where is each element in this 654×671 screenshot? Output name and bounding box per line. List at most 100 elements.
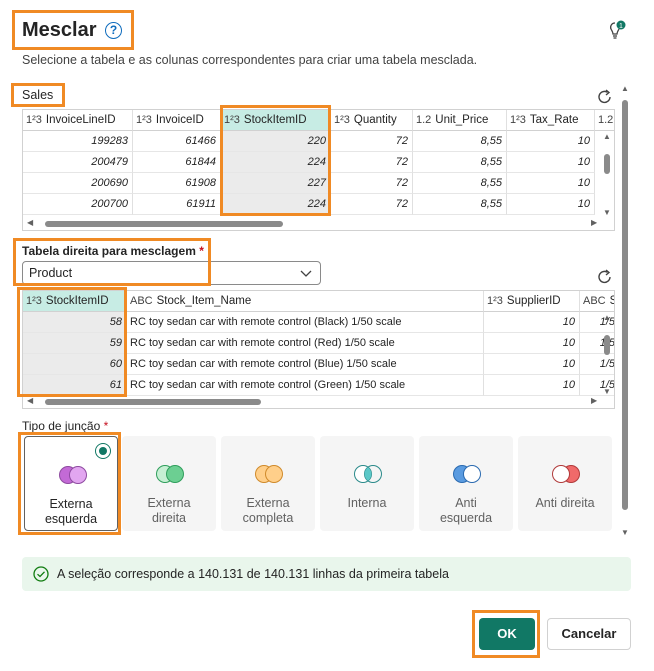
venn-left-outer-icon [59, 466, 87, 484]
column-header[interactable]: 1²3 SupplierID [484, 291, 580, 312]
help-icon[interactable]: ? [105, 22, 122, 39]
column-header[interactable]: 1²3 Tax_Rate [507, 110, 595, 131]
venn-inner-icon [354, 465, 382, 483]
join-left-anti[interactable]: Anti esquerda [419, 436, 513, 531]
chevron-down-icon [300, 270, 312, 277]
left-table-hscroll[interactable]: ◀ ▶ [23, 218, 603, 228]
column-header-label: Unit_Price [435, 114, 489, 126]
match-status: A seleção corresponde a 140.131 de 140.1… [22, 557, 631, 591]
table-cell: 72 [331, 131, 413, 152]
column-type-icon: 1²3 [136, 114, 152, 126]
table-cell: 10 [507, 152, 595, 173]
right-table-selected: Product [29, 266, 73, 280]
right-table-hscroll[interactable]: ◀ ▶ [23, 396, 603, 406]
table-cell: 8,55 [413, 152, 507, 173]
cancel-button[interactable]: Cancelar [547, 618, 631, 650]
column-header[interactable]: 1.2 Unit_Price [413, 110, 507, 131]
table-cell: 72 [331, 173, 413, 194]
left-table-name: Sales [22, 88, 54, 102]
table-cell: RC toy sedan car with remote control (Re… [127, 333, 484, 354]
table-cell: 8,55 [413, 173, 507, 194]
venn-full-outer-icon [255, 465, 283, 483]
column-header-label: StockItemID [45, 295, 109, 307]
column-header-label: SupplierID [506, 295, 561, 307]
table-cell: 61911 [133, 194, 221, 215]
table-cell: 61 [23, 375, 127, 396]
column-header[interactable]: ABC Siz [580, 291, 614, 312]
table-cell: 61844 [133, 152, 221, 173]
column-type-icon: 1.2 [598, 114, 614, 126]
left-table-vscroll[interactable]: ▲ ▼ [602, 132, 612, 218]
venn-right-anti-icon [552, 465, 580, 483]
column-type-icon: ABC [130, 295, 153, 307]
column-header-label: Siz [610, 295, 614, 307]
right-table-label: Tabela direita para mesclagem * [22, 244, 204, 258]
ok-button[interactable]: OK [479, 618, 535, 650]
table-cell: 200690 [23, 173, 133, 194]
dialog-subtitle: Selecione a tabela e as colunas correspo… [22, 53, 478, 67]
column-type-icon: 1.2 [416, 114, 432, 126]
column-type-icon: 1²3 [334, 114, 350, 126]
table-cell: 72 [331, 194, 413, 215]
join-type-label: Tipo de junção * [22, 419, 109, 433]
column-header[interactable]: 1²3 Quantity [331, 110, 413, 131]
table-cell: 10 [484, 312, 580, 333]
join-inner[interactable]: Interna [320, 436, 414, 531]
right-table-dropdown[interactable]: Product [22, 261, 321, 285]
dialog-scrollbar[interactable]: ▲ ▼ [619, 84, 631, 540]
table-cell: RC toy sedan car with remote control (Bl… [127, 312, 484, 333]
column-header[interactable]: 1²3 StockItemID [221, 110, 331, 131]
table-cell: 220 [221, 131, 331, 152]
column-header-label: Stock_Item_Name [156, 295, 252, 307]
table-cell: 224 [221, 194, 331, 215]
column-header[interactable]: 1²3 StockItemID [23, 291, 127, 312]
right-table-vscroll[interactable]: ▲ ▼ [602, 313, 612, 397]
table-cell: 60 [23, 354, 127, 375]
table-cell: 58 [23, 312, 127, 333]
column-header-label: InvoiceLineID [45, 114, 116, 126]
column-header[interactable]: ABC Stock_Item_Name [127, 291, 484, 312]
column-header-label: StockItemID [243, 114, 307, 126]
table-cell: 224 [221, 152, 331, 173]
refresh-icon[interactable] [596, 88, 614, 106]
check-circle-icon [33, 566, 49, 582]
table-cell: 227 [221, 173, 331, 194]
refresh-icon-right[interactable] [596, 268, 614, 286]
table-cell: 8,55 [413, 131, 507, 152]
column-type-icon: 1²3 [26, 295, 42, 307]
table-cell: 59 [23, 333, 127, 354]
table-cell: 8,55 [413, 194, 507, 215]
join-left-outer[interactable]: Externa esquerda [24, 436, 118, 531]
table-cell: 10 [484, 354, 580, 375]
column-header[interactable]: 1²3 InvoiceLineID [23, 110, 133, 131]
column-header[interactable]: 1.2 [595, 110, 614, 131]
join-full-outer[interactable]: Externa completa [221, 436, 315, 531]
table-cell: 199283 [23, 131, 133, 152]
join-right-outer[interactable]: Externa direita [122, 436, 216, 531]
join-right-anti[interactable]: Anti direita [518, 436, 612, 531]
column-header-label: InvoiceID [155, 114, 204, 126]
venn-left-anti-icon [453, 465, 481, 483]
column-type-icon: 1²3 [487, 295, 503, 307]
column-type-icon: 1²3 [26, 114, 42, 126]
left-table-grid[interactable]: 1²3 InvoiceLineID 1²3 InvoiceID 1²3 StockItem… [22, 109, 615, 231]
match-status-text: A seleção corresponde a 140.131 de 140.1… [57, 567, 449, 581]
table-cell: 61908 [133, 173, 221, 194]
table-cell: 61466 [133, 131, 221, 152]
table-cell: 72 [331, 152, 413, 173]
venn-right-outer-icon [156, 465, 184, 483]
table-cell: RC toy sedan car with remote control (Gr… [127, 375, 484, 396]
right-table-grid[interactable]: 1²3 StockItemID ABC Stock_Item_Name 1²3 Suppl… [22, 290, 615, 409]
svg-text:1: 1 [619, 23, 623, 30]
column-type-icon: 1²3 [510, 114, 526, 126]
table-cell: 10 [507, 194, 595, 215]
dialog-title: Mesclar [22, 19, 97, 41]
table-cell: 200479 [23, 152, 133, 173]
table-cell: 10 [484, 375, 580, 396]
lightbulb-icon[interactable]: 1 [608, 20, 628, 42]
table-cell: 10 [507, 173, 595, 194]
column-type-icon: ABC [583, 295, 606, 307]
column-type-icon: 1²3 [224, 114, 240, 126]
column-header[interactable]: 1²3 InvoiceID [133, 110, 221, 131]
column-header-label: Quantity [353, 114, 397, 126]
